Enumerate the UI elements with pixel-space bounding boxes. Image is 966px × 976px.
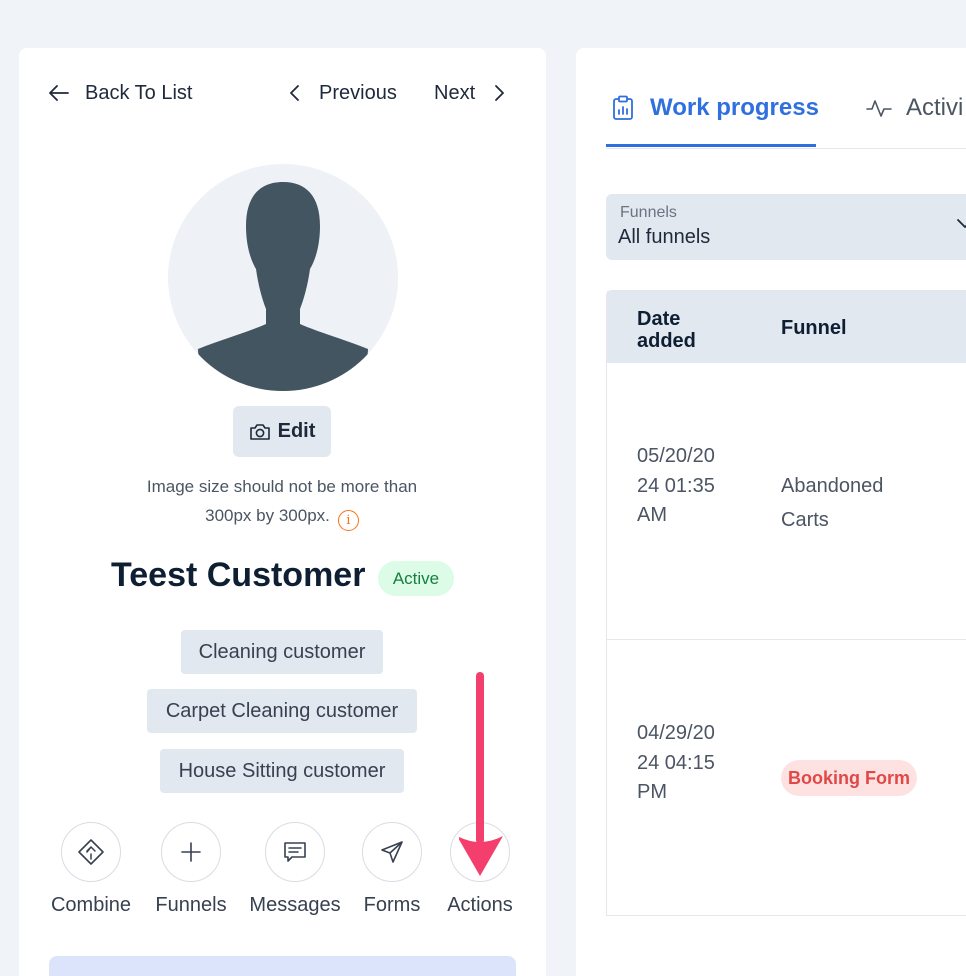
actions-menu-button[interactable]: Actions bbox=[430, 822, 530, 917]
row-funnel-badge: Booking Form bbox=[781, 760, 917, 796]
funnels-label: Funnels bbox=[155, 894, 227, 916]
avatar bbox=[168, 164, 398, 391]
tag-carpet-cleaning-customer[interactable]: Carpet Cleaning customer bbox=[147, 689, 417, 733]
record-navigation: Back To List Previous Next bbox=[19, 48, 546, 138]
activity-icon bbox=[866, 100, 892, 117]
table-row[interactable]: 04/29/2024 04:15 PM Booking Form bbox=[607, 640, 966, 917]
person-silhouette-icon bbox=[198, 182, 368, 391]
status-badge: Active bbox=[378, 561, 454, 596]
camera-icon bbox=[249, 423, 270, 440]
previous-button[interactable]: Previous bbox=[289, 78, 397, 108]
row-date: 05/20/2024 01:35 AM bbox=[637, 445, 715, 526]
tab-activity-label: Activi bbox=[906, 94, 964, 121]
info-icon[interactable]: i bbox=[337, 510, 359, 531]
funnels-select[interactable]: Funnels All funnels bbox=[606, 194, 966, 260]
row-funnel: Abandoned Carts bbox=[781, 475, 884, 531]
forms-label: Forms bbox=[363, 894, 421, 916]
tab-work-progress-label: Work progress bbox=[650, 94, 819, 121]
active-tab-indicator bbox=[606, 144, 816, 147]
edit-label: Edit bbox=[277, 420, 316, 442]
tag-house-sitting-customer[interactable]: House Sitting customer bbox=[160, 749, 404, 793]
merge-icon bbox=[78, 839, 104, 865]
image-size-note: Image size should not be more than 300px… bbox=[119, 472, 445, 531]
tab-work-progress[interactable]: Work progress bbox=[612, 94, 819, 122]
funnels-select-label: Funnels bbox=[620, 204, 677, 221]
row-date: 04/29/2024 04:15 PM bbox=[637, 722, 715, 803]
combine-label: Combine bbox=[50, 894, 132, 916]
chevron-down-icon bbox=[957, 219, 966, 228]
forms-button[interactable]: Forms bbox=[342, 822, 442, 917]
customer-name: Teest Customer bbox=[111, 556, 366, 594]
tag-cleaning-customer[interactable]: Cleaning customer bbox=[181, 630, 383, 674]
funnels-icon-circle[interactable] bbox=[161, 822, 221, 882]
messages-icon-circle[interactable] bbox=[265, 822, 325, 882]
work-panel: Work progress Activi Funnels All funnels… bbox=[576, 48, 966, 976]
combine-icon-circle[interactable] bbox=[61, 822, 121, 882]
next-button[interactable]: Next bbox=[434, 78, 505, 108]
table-header: Date added Funnel bbox=[607, 291, 966, 363]
send-icon bbox=[381, 841, 403, 863]
funnels-select-value: All funnels bbox=[618, 226, 711, 248]
image-note-line2: 300px by 300px. bbox=[205, 506, 330, 525]
clipboard-icon bbox=[613, 95, 633, 120]
messages-label: Messages bbox=[249, 894, 341, 916]
funnel-table: Date added Funnel 05/20/2024 01:35 AM Ab… bbox=[606, 290, 966, 916]
actions-icon-circle[interactable] bbox=[450, 822, 510, 882]
bottom-section-bar bbox=[49, 956, 516, 976]
column-header-date[interactable]: Date added bbox=[637, 308, 717, 352]
message-icon bbox=[284, 842, 306, 862]
funnels-button[interactable]: Funnels bbox=[141, 822, 241, 917]
back-to-list-label: Back To List bbox=[85, 81, 193, 104]
chevron-right-icon bbox=[495, 85, 505, 101]
previous-label: Previous bbox=[319, 81, 397, 104]
arrow-left-icon bbox=[49, 85, 69, 101]
more-vertical-icon bbox=[478, 843, 482, 861]
messages-button[interactable]: Messages bbox=[245, 822, 345, 917]
back-to-list-link[interactable]: Back To List bbox=[49, 78, 192, 108]
tab-activity[interactable]: Activi bbox=[866, 94, 963, 122]
forms-icon-circle[interactable] bbox=[362, 822, 422, 882]
image-note-line1: Image size should not be more than bbox=[146, 477, 418, 496]
next-label: Next bbox=[434, 81, 476, 104]
column-header-funnel[interactable]: Funnel bbox=[781, 317, 847, 339]
actions-label: Actions bbox=[447, 894, 513, 916]
chevron-left-icon bbox=[290, 85, 299, 101]
plus-icon bbox=[181, 842, 201, 862]
image-note-line2-row: 300px by 300px. i bbox=[119, 501, 445, 531]
panel-tabs: Work progress Activi bbox=[606, 48, 966, 149]
edit-photo-button[interactable]: Edit bbox=[233, 406, 331, 457]
customer-profile-card: Back To List Previous Next Edit Image si… bbox=[19, 48, 546, 976]
table-row[interactable]: 05/20/2024 01:35 AM Abandoned Carts bbox=[607, 363, 966, 640]
combine-button[interactable]: Combine bbox=[41, 822, 141, 917]
